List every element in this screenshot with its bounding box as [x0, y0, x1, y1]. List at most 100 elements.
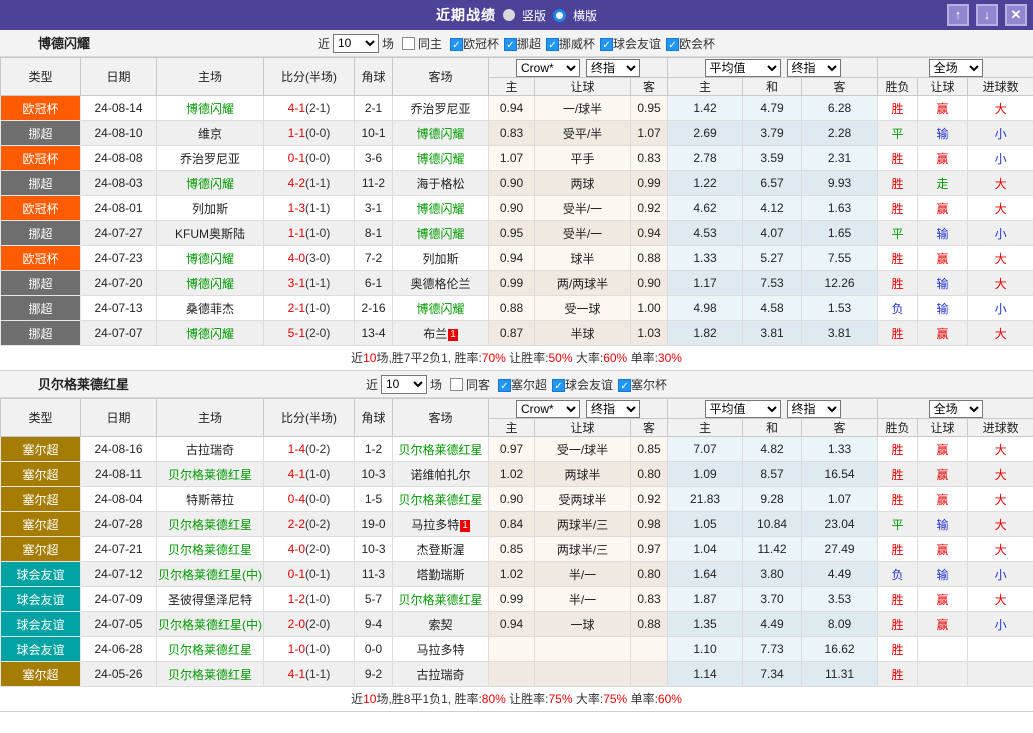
- league-filter-label: 挪威杯: [559, 37, 595, 51]
- same-venue-checkbox[interactable]: [402, 37, 415, 50]
- away-odds-cell: 0.80: [631, 562, 668, 587]
- home-odds-cell: 0.99: [489, 271, 535, 296]
- handicap-result-cell: [918, 637, 968, 662]
- handicap-cell: [535, 662, 631, 687]
- column-subheader: 和: [743, 78, 802, 96]
- horizontal-layout-radio[interactable]: [553, 9, 566, 22]
- corner-cell: 13-4: [355, 321, 393, 346]
- handicap-cell: [535, 637, 631, 662]
- score-cell: 2-0(2-0): [264, 612, 355, 637]
- goals-result-cell: 大: [968, 487, 1033, 512]
- goals-result-cell: 小: [968, 221, 1033, 246]
- handicap-result-cell: 赢: [918, 587, 968, 612]
- league-filter-checkbox[interactable]: ✓: [600, 38, 613, 51]
- avg-away-cell: 1.07: [802, 487, 878, 512]
- league-badge-cell: 挪超: [1, 296, 81, 321]
- home-odds-cell: 0.90: [489, 487, 535, 512]
- recent-label: 近: [366, 376, 378, 393]
- league-badge-cell: 球会友谊: [1, 612, 81, 637]
- vertical-layout-label[interactable]: 竖版: [522, 7, 546, 24]
- result-cell: 胜: [878, 537, 918, 562]
- team-label: 索契: [428, 618, 452, 632]
- scope-select[interactable]: 全场: [929, 400, 983, 418]
- league-filter-checkbox[interactable]: ✓: [450, 38, 463, 51]
- vertical-layout-radio[interactable]: [503, 9, 515, 21]
- team-label: 海于格松: [416, 177, 464, 191]
- avg-away-cell: 8.09: [802, 612, 878, 637]
- league-badge-cell: 塞尔超: [1, 662, 81, 687]
- home-team-cell: 博德闪耀: [157, 321, 264, 346]
- league-filter-checkbox[interactable]: ✓: [618, 379, 631, 392]
- goals-result-cell: 大: [968, 171, 1033, 196]
- away-team-cell: 博德闪耀: [393, 296, 489, 321]
- recent-count-select[interactable]: 10: [381, 375, 427, 394]
- summary-text: 10: [363, 692, 376, 706]
- avg-draw-cell: 4.82: [743, 437, 802, 462]
- close-button[interactable]: ✕: [1005, 4, 1027, 26]
- avg-draw-cell: 7.53: [743, 271, 802, 296]
- column-subheader: 让球: [535, 78, 631, 96]
- handicap-result-cell: 赢: [918, 537, 968, 562]
- avg-away-cell: 27.49: [802, 537, 878, 562]
- away-odds-cell: 0.83: [631, 587, 668, 612]
- handicap-cell: 半/一: [535, 562, 631, 587]
- goals-result-cell: 小: [968, 296, 1033, 321]
- away-team-cell: 海于格松: [393, 171, 489, 196]
- summary-text: 75%: [549, 692, 573, 706]
- team-label: 贝尔格莱德红星(中): [158, 568, 262, 582]
- column-subheader: 胜负: [878, 78, 918, 96]
- scope-select[interactable]: 全场: [929, 59, 983, 77]
- handicap-cell: 受半/一: [535, 196, 631, 221]
- avg-draw-cell: 10.84: [743, 512, 802, 537]
- result-cell: 胜: [878, 171, 918, 196]
- league-filter-checkbox[interactable]: ✓: [666, 38, 679, 51]
- score-cell: 1-2(1-0): [264, 587, 355, 612]
- odds-stage-select[interactable]: 终指: [586, 59, 640, 77]
- odds-stage-select[interactable]: 终指: [586, 400, 640, 418]
- league-filter-checkbox[interactable]: ✓: [552, 379, 565, 392]
- team-label: 贝尔格莱德红星: [168, 643, 252, 657]
- recent-count-select[interactable]: 10: [333, 34, 379, 53]
- league-badge-cell: 塞尔超: [1, 512, 81, 537]
- average-stage-select[interactable]: 终指: [787, 59, 841, 77]
- score-cell: 4-1(1-0): [264, 462, 355, 487]
- league-filter-checkbox[interactable]: ✓: [498, 379, 511, 392]
- team-label: 古拉瑞奇: [416, 668, 464, 682]
- horizontal-layout-label[interactable]: 横版: [573, 7, 597, 24]
- league-filter-label: 塞尔杯: [631, 378, 667, 392]
- league-badge-cell: 挪超: [1, 321, 81, 346]
- handicap-result-cell: 赢: [918, 146, 968, 171]
- match-row: 球会友谊24-07-05贝尔格莱德红星(中)2-0(2-0)9-4索契0.94一…: [1, 612, 1033, 637]
- league-filter-checkbox[interactable]: ✓: [546, 38, 559, 51]
- avg-home-cell: 1.33: [668, 246, 743, 271]
- home-team-cell: 贝尔格莱德红星: [157, 662, 264, 687]
- odds-group-header: Crow* 终指: [489, 399, 668, 419]
- league-badge-cell: 欧冠杯: [1, 146, 81, 171]
- average-select[interactable]: 平均值: [705, 59, 781, 77]
- average-stage-select[interactable]: 终指: [787, 400, 841, 418]
- result-cell: 平: [878, 121, 918, 146]
- avg-draw-cell: 7.34: [743, 662, 802, 687]
- home-team-cell: 贝尔格莱德红星: [157, 537, 264, 562]
- corner-cell: 1-2: [355, 437, 393, 462]
- avg-home-cell: 1.17: [668, 271, 743, 296]
- column-subheader: 胜负: [878, 419, 918, 437]
- date-cell: 24-07-21: [81, 537, 157, 562]
- games-label: 场: [430, 376, 442, 393]
- same-venue-checkbox[interactable]: [450, 378, 463, 391]
- summary-text: 近: [351, 351, 363, 365]
- sections-container: 博德闪耀 近 10 场 同主 ✓欧冠杯✓挪超✓挪威杯✓球会友谊✓欧会杯 类型日期…: [0, 30, 1033, 712]
- away-team-cell: 贝尔格莱德红星: [393, 437, 489, 462]
- goals-result-cell: [968, 662, 1033, 687]
- date-cell: 24-06-28: [81, 637, 157, 662]
- league-filter-checkbox[interactable]: ✓: [504, 38, 517, 51]
- average-select[interactable]: 平均值: [705, 400, 781, 418]
- handicap-cell: 受一球: [535, 296, 631, 321]
- odds-company-select[interactable]: Crow*: [516, 400, 580, 418]
- odds-company-select[interactable]: Crow*: [516, 59, 580, 77]
- move-up-button[interactable]: ↑: [947, 4, 969, 26]
- same-venue-label: 同主: [418, 35, 442, 52]
- move-down-button[interactable]: ↓: [976, 4, 998, 26]
- score-cell: 4-2(1-1): [264, 171, 355, 196]
- handicap-cell: 受两球半: [535, 487, 631, 512]
